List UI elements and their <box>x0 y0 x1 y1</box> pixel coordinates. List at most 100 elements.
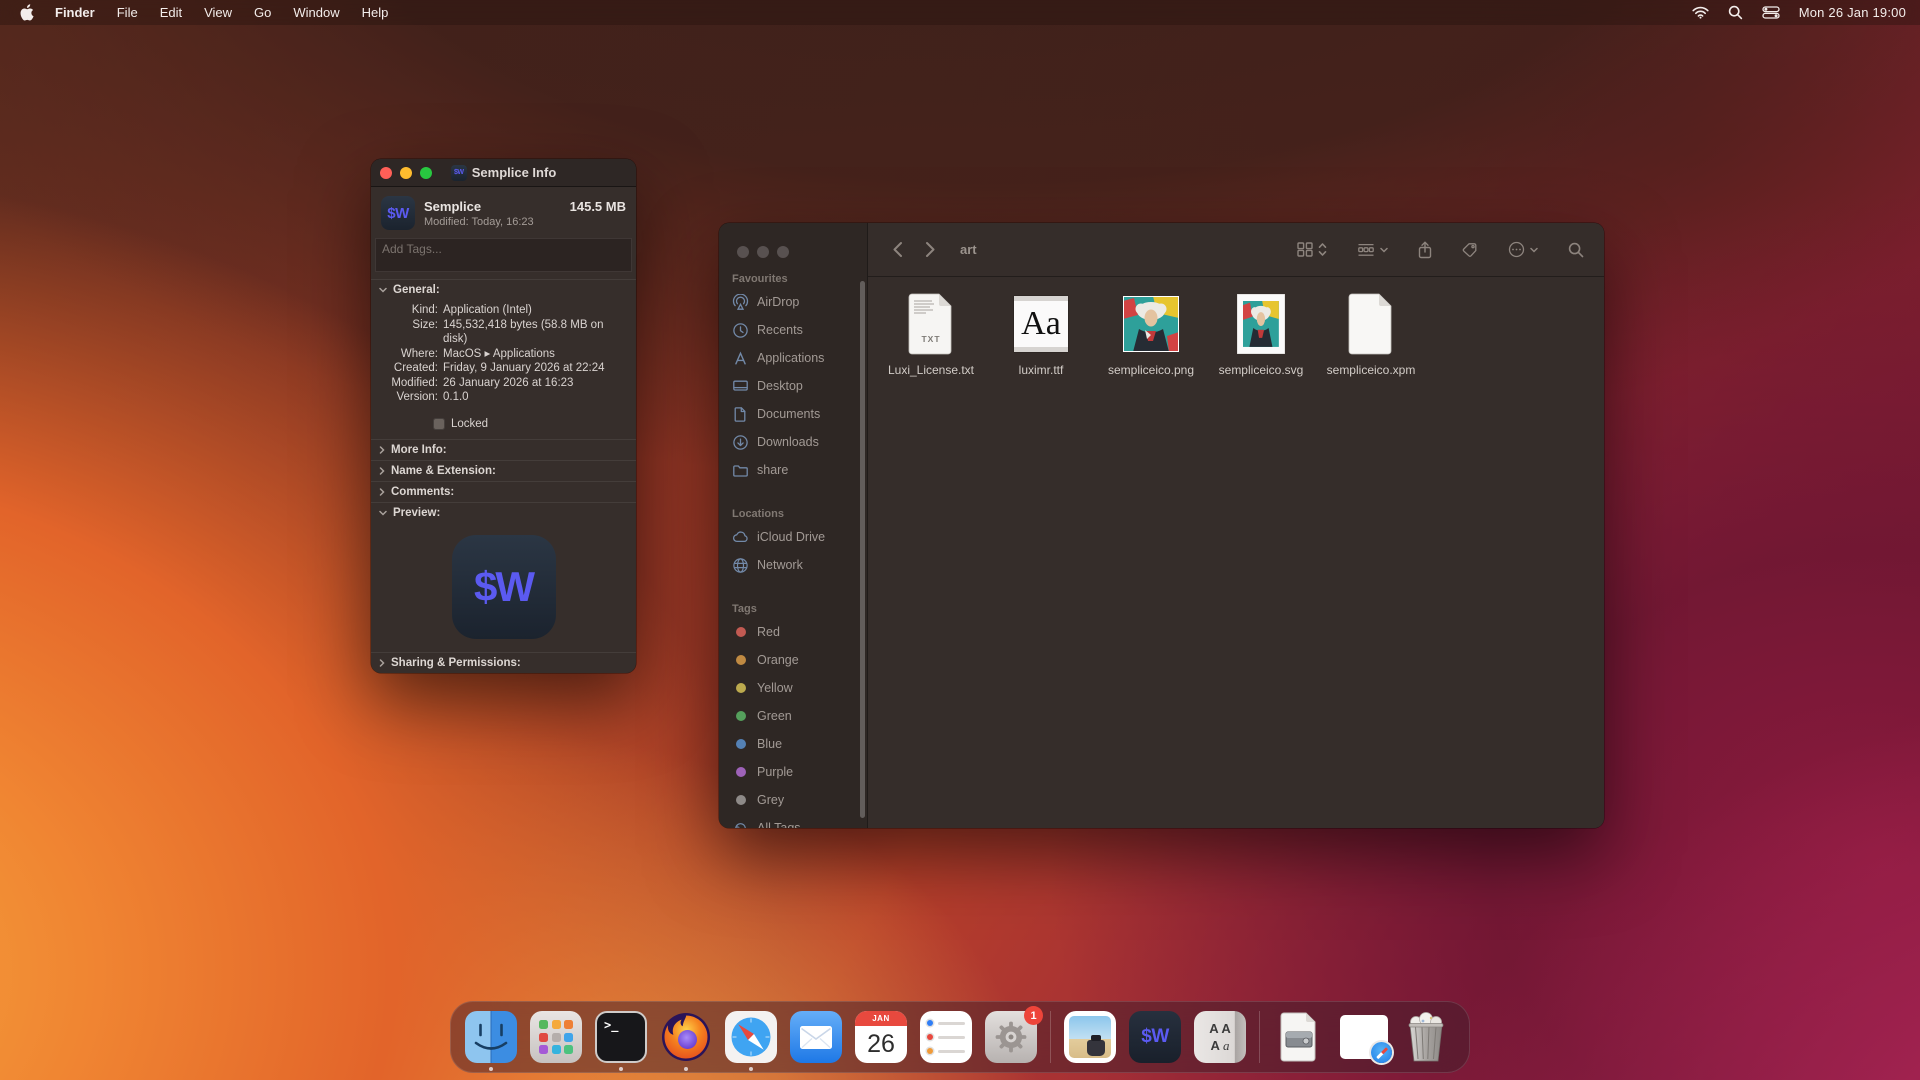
dock-item-system-settings[interactable]: 1 <box>985 1011 1037 1063</box>
menu-view[interactable]: View <box>193 5 243 20</box>
sidebar-tag-red[interactable]: Red <box>719 618 867 646</box>
menu-help[interactable]: Help <box>351 5 400 20</box>
menu-finder[interactable]: Finder <box>46 5 106 20</box>
add-tags-field[interactable] <box>375 238 632 272</box>
dock-item-reminders[interactable] <box>920 1011 972 1063</box>
sidebar-scrollbar[interactable] <box>860 281 865 818</box>
chevron-right-icon <box>379 488 385 496</box>
section-comments[interactable]: Comments: <box>371 481 636 502</box>
tags-button[interactable] <box>1462 242 1478 258</box>
minimize-button[interactable] <box>757 246 769 258</box>
info-row-size: Size: 145,532,418 bytes (58.8 MB on disk… <box>371 318 628 347</box>
tag-icon <box>1462 242 1478 258</box>
dock-item-firefox[interactable] <box>660 1011 712 1063</box>
sidebar-tag-orange[interactable]: Orange <box>719 646 867 674</box>
dock-item-mail[interactable] <box>790 1011 842 1063</box>
section-general[interactable]: General: <box>371 279 636 300</box>
control-center-icon[interactable] <box>1762 6 1780 19</box>
add-tags-input[interactable] <box>382 242 625 256</box>
back-button[interactable] <box>888 237 907 262</box>
sidebar-item-applications[interactable]: Applications <box>719 344 867 372</box>
close-button[interactable] <box>380 167 392 179</box>
menubar-clock[interactable]: Mon 26 Jan 19:00 <box>1799 5 1906 20</box>
clock-icon <box>732 322 749 339</box>
dock-item-trash[interactable] <box>1403 1011 1455 1063</box>
tag-dot-green <box>736 711 746 721</box>
wifi-icon[interactable] <box>1692 6 1709 19</box>
menu-edit[interactable]: Edit <box>149 5 193 20</box>
safari-badge-icon <box>1371 1042 1392 1063</box>
menu-go[interactable]: Go <box>243 5 282 20</box>
chevron-right-icon <box>379 446 385 454</box>
semplice-mini-icon: $W <box>451 165 467 181</box>
file-sempliceico-png[interactable]: sempliceico.png <box>1100 290 1202 377</box>
sidebar-item-downloads[interactable]: Downloads <box>719 428 867 456</box>
sidebar-item-all-tags[interactable]: All Tags... <box>719 814 867 828</box>
zoom-button[interactable] <box>420 167 432 179</box>
dock-item-finder[interactable] <box>465 1011 517 1063</box>
file-luximr-ttf[interactable]: Aa luximr.ttf <box>990 290 1092 377</box>
dock-item-launchpad[interactable] <box>530 1011 582 1063</box>
view-switcher[interactable] <box>1297 242 1327 257</box>
more-actions-button[interactable] <box>1508 241 1538 258</box>
sidebar-item-airdrop[interactable]: AirDrop <box>719 288 867 316</box>
desktop-wallpaper: Finder File Edit View Go Window Help Mon… <box>0 0 1920 1080</box>
dock-item-preview[interactable] <box>1064 1011 1116 1063</box>
sidebar-tag-green[interactable]: Green <box>719 702 867 730</box>
dock-item-calendar[interactable]: JAN 26 <box>855 1011 907 1063</box>
sidebar-item-recents[interactable]: Recents <box>719 316 867 344</box>
file-grid: TXT Luxi_License.txt Aa luximr.ttf sempl… <box>868 277 1604 828</box>
menu-file[interactable]: File <box>106 5 149 20</box>
file-luxi-license-txt[interactable]: TXT Luxi_License.txt <box>880 290 982 377</box>
dock-item-downloaded-file[interactable] <box>1338 1011 1390 1063</box>
dock-divider <box>1259 1011 1260 1063</box>
dock-item-safari[interactable] <box>725 1011 777 1063</box>
section-more-info[interactable]: More Info: <box>371 439 636 460</box>
ellipsis-circle-icon <box>1508 241 1525 258</box>
safari-icon <box>725 1011 777 1063</box>
dock-item-disk-image[interactable] <box>1273 1011 1325 1063</box>
tag-dot-red <box>736 627 746 637</box>
share-button[interactable] <box>1418 241 1432 259</box>
zoom-button[interactable] <box>777 246 789 258</box>
section-preview[interactable]: Preview: <box>371 502 636 523</box>
dock-item-terminal[interactable]: >_ <box>595 1011 647 1063</box>
file-sempliceico-svg[interactable]: sempliceico.svg <box>1210 290 1312 377</box>
info-window-titlebar[interactable]: $W Semplice Info <box>371 159 636 187</box>
file-sempliceico-xpm[interactable]: sempliceico.xpm <box>1320 290 1422 377</box>
chevron-down-icon <box>1530 247 1538 253</box>
tag-dot-blue <box>736 739 746 749</box>
dock-item-semplice[interactable]: $W <box>1129 1011 1181 1063</box>
forward-button[interactable] <box>921 237 940 262</box>
sidebar-item-network[interactable]: Network <box>719 551 867 579</box>
sidebar-item-desktop[interactable]: Desktop <box>719 372 867 400</box>
minimize-button[interactable] <box>400 167 412 179</box>
apple-menu[interactable] <box>14 4 46 21</box>
spotlight-search-icon[interactable] <box>1728 5 1743 20</box>
locked-row: Locked <box>433 418 636 430</box>
section-name-extension[interactable]: Name & Extension: <box>371 460 636 481</box>
menu-window[interactable]: Window <box>282 5 350 20</box>
sidebar-tag-blue[interactable]: Blue <box>719 730 867 758</box>
sidebar-tag-purple[interactable]: Purple <box>719 758 867 786</box>
sidebar-tag-grey[interactable]: Grey <box>719 786 867 814</box>
webpage-thumbnail-icon <box>1340 1015 1388 1059</box>
sidebar-item-share[interactable]: share <box>719 456 867 484</box>
section-sharing-permissions[interactable]: Sharing & Permissions: <box>371 652 636 673</box>
group-by-button[interactable] <box>1357 243 1388 257</box>
sidebar-item-icloud-drive[interactable]: iCloud Drive <box>719 523 867 551</box>
info-row-created: Created: Friday, 9 January 2026 at 22:24 <box>371 361 628 376</box>
locked-checkbox[interactable] <box>433 418 445 430</box>
search-icon <box>1568 242 1584 258</box>
close-button[interactable] <box>737 246 749 258</box>
disk-image-file-icon <box>1273 1011 1325 1063</box>
sidebar-tag-yellow[interactable]: Yellow <box>719 674 867 702</box>
png-image-icon <box>1123 290 1179 358</box>
calendar-icon: JAN 26 <box>855 1011 907 1063</box>
info-window-title: Semplice Info <box>472 165 557 180</box>
dock-item-font-book[interactable]: A A A a <box>1194 1011 1246 1063</box>
chevron-down-icon <box>379 287 387 293</box>
sidebar-item-documents[interactable]: Documents <box>719 400 867 428</box>
search-button[interactable] <box>1568 242 1584 258</box>
txt-file-icon: TXT <box>906 290 956 358</box>
